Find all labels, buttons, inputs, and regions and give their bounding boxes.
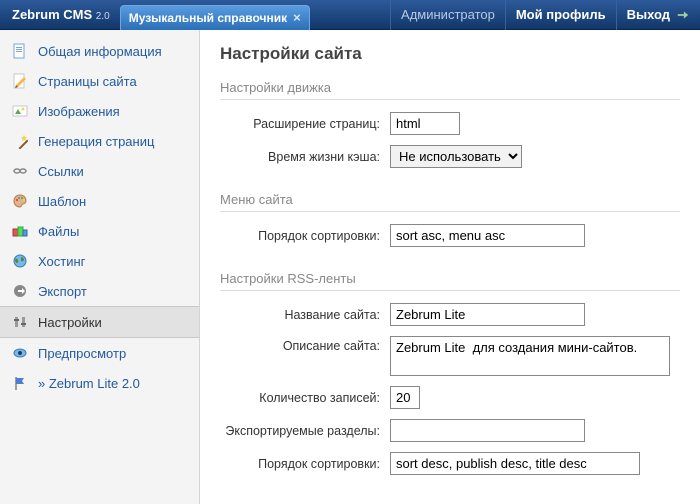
menu-sort-input[interactable] [390, 224, 585, 247]
page-ext-input[interactable] [390, 112, 460, 135]
top-right: Администратор Мой профиль Выход [390, 0, 700, 30]
brand-name: Zebrum CMS [12, 7, 92, 22]
site-name-input[interactable] [390, 303, 585, 326]
sidebar-item-label: Ссылки [38, 164, 84, 179]
topbar: Zebrum CMS 2.0 Музыкальный справочник × … [0, 0, 700, 30]
sidebar-item-label: » Zebrum Lite 2.0 [38, 376, 140, 391]
sidebar-item-label: Экспорт [38, 284, 87, 299]
wand-icon [12, 133, 28, 149]
image-icon [12, 103, 28, 119]
brand: Zebrum CMS 2.0 [0, 7, 120, 22]
sidebar-item-pages[interactable]: Страницы сайта [0, 66, 199, 96]
cache-ttl-label: Время жизни кэша: [220, 150, 390, 164]
export-sections-input[interactable] [390, 419, 585, 442]
sidebar-item-label: Страницы сайта [38, 74, 137, 89]
row-count: Количество записей: [220, 386, 680, 409]
site-desc-label: Описание сайта: [220, 336, 390, 353]
row-site-name: Название сайта: [220, 303, 680, 326]
globe-icon [12, 253, 28, 269]
row-site-desc: Описание сайта: [220, 336, 680, 376]
sidebar-item-label: Изображения [38, 104, 120, 119]
tab-active[interactable]: Музыкальный справочник × [120, 5, 310, 30]
files-icon [12, 223, 28, 239]
link-icon [12, 163, 28, 179]
section-rss-heading: Настройки RSS-ленты [220, 271, 680, 291]
section-engine-heading: Настройки движка [220, 80, 680, 100]
arrow-right-icon [676, 8, 690, 22]
sidebar-item-zebrum-lite[interactable]: » Zebrum Lite 2.0 [0, 368, 199, 398]
admin-label: Администратор [390, 0, 505, 30]
page-ext-label: Расширение страниц: [220, 117, 390, 131]
row-export-sections: Экспортируемые разделы: [220, 419, 680, 442]
row-cache-ttl: Время жизни кэша: Не использовать [220, 145, 680, 168]
row-page-ext: Расширение страниц: [220, 112, 680, 135]
sidebar-item-generate[interactable]: Генерация страниц [0, 126, 199, 156]
settings-icon [12, 314, 28, 330]
section-menu-heading: Меню сайта [220, 192, 680, 212]
page-title: Настройки сайта [220, 44, 680, 64]
tab-label: Музыкальный справочник [129, 11, 287, 25]
sidebar-item-preview[interactable]: Предпросмотр [0, 338, 199, 368]
exit-label: Выход [627, 7, 670, 22]
sidebar-item-label: Предпросмотр [38, 346, 126, 361]
export-icon [12, 283, 28, 299]
close-icon[interactable]: × [293, 10, 301, 25]
content: Настройки сайта Настройки движка Расшире… [200, 30, 700, 504]
rss-sort-label: Порядок сортировки: [220, 457, 390, 471]
row-menu-sort: Порядок сортировки: [220, 224, 680, 247]
sidebar-item-export[interactable]: Экспорт [0, 276, 199, 306]
exit-link[interactable]: Выход [616, 0, 700, 30]
sidebar-item-label: Настройки [38, 315, 102, 330]
sidebar-item-label: Файлы [38, 224, 79, 239]
site-name-label: Название сайта: [220, 308, 390, 322]
pencil-page-icon [12, 73, 28, 89]
export-sections-label: Экспортируемые разделы: [220, 424, 390, 438]
sidebar-item-images[interactable]: Изображения [0, 96, 199, 126]
profile-link[interactable]: Мой профиль [505, 0, 616, 30]
count-input[interactable] [390, 386, 420, 409]
sidebar-item-settings[interactable]: Настройки [0, 306, 199, 338]
sidebar-item-hosting[interactable]: Хостинг [0, 246, 199, 276]
sidebar: Общая информация Страницы сайта Изображе… [0, 30, 200, 504]
sidebar-item-template[interactable]: Шаблон [0, 186, 199, 216]
main: Общая информация Страницы сайта Изображе… [0, 30, 700, 504]
rss-sort-input[interactable] [390, 452, 640, 475]
flag-icon [12, 375, 28, 391]
site-desc-textarea[interactable] [390, 336, 670, 376]
sidebar-item-links[interactable]: Ссылки [0, 156, 199, 186]
row-rss-sort: Порядок сортировки: [220, 452, 680, 475]
cache-ttl-select[interactable]: Не использовать [390, 145, 522, 168]
sidebar-item-label: Хостинг [38, 254, 85, 269]
menu-sort-label: Порядок сортировки: [220, 229, 390, 243]
sidebar-item-files[interactable]: Файлы [0, 216, 199, 246]
page-info-icon [12, 43, 28, 59]
brand-version: 2.0 [96, 11, 110, 22]
palette-icon [12, 193, 28, 209]
count-label: Количество записей: [220, 391, 390, 405]
sidebar-item-label: Шаблон [38, 194, 86, 209]
sidebar-item-label: Генерация страниц [38, 134, 154, 149]
eye-icon [12, 345, 28, 361]
sidebar-item-info[interactable]: Общая информация [0, 36, 199, 66]
sidebar-item-label: Общая информация [38, 44, 162, 59]
